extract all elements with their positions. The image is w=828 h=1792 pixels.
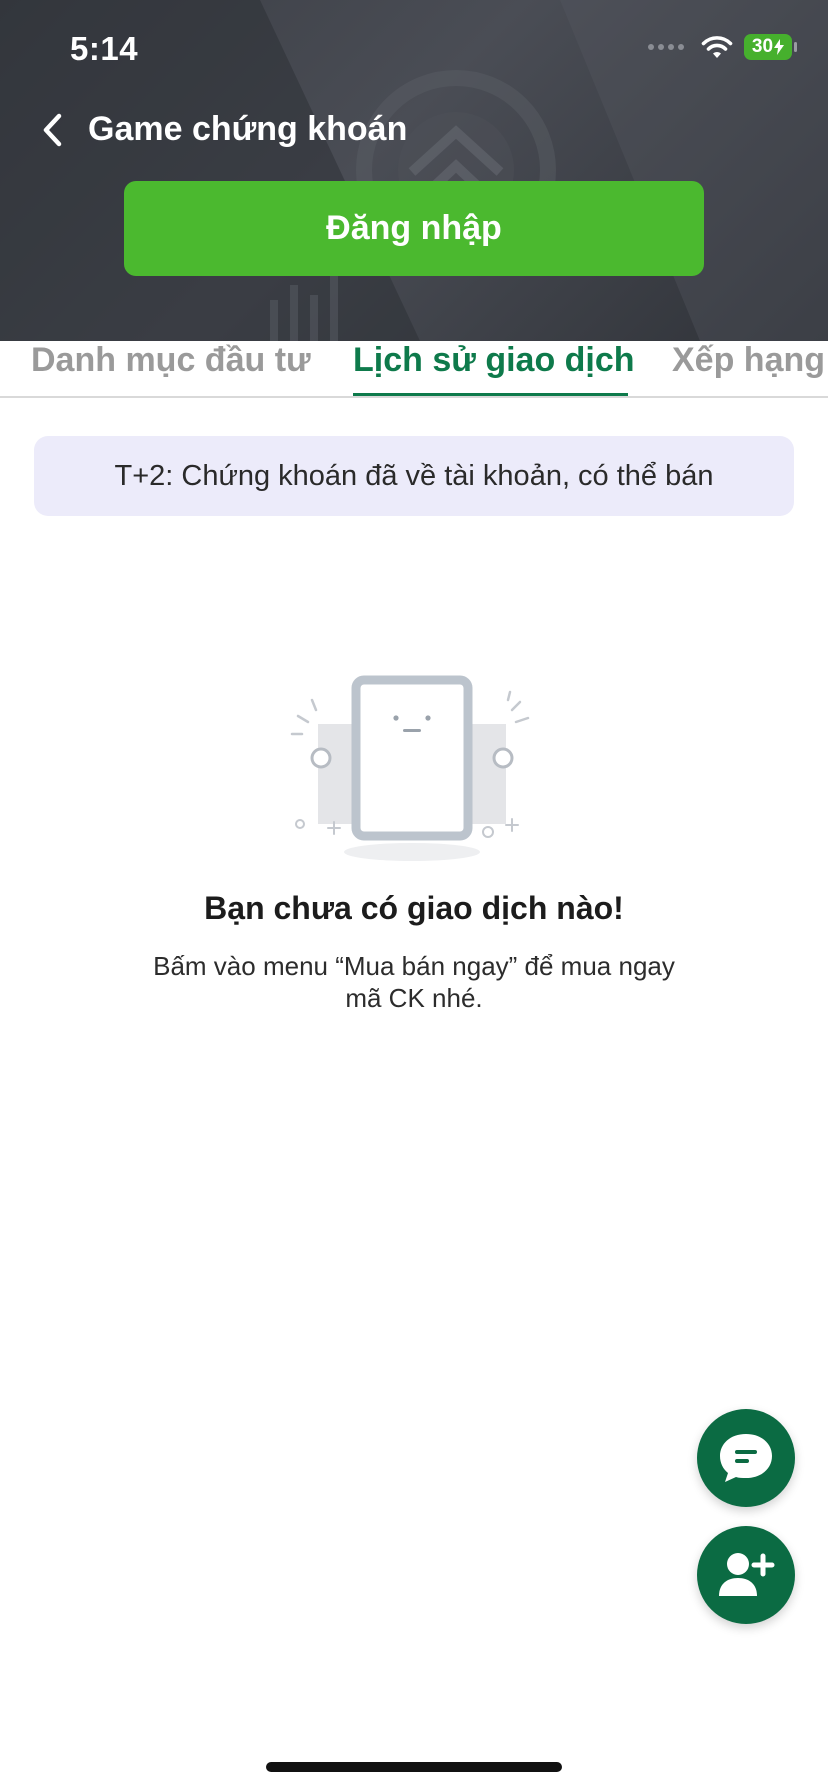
status-icons: 30 [648,34,797,60]
tab-transaction-history[interactable]: Lịch sử giao dịch [353,341,635,380]
tab-portfolio[interactable]: Danh mục đầu tư [31,341,311,380]
empty-state-title: Bạn chưa có giao dịch nào! [204,890,624,926]
screen: 5:14 30 Game chứng khoán Đăng nhập Danh … [0,0,828,1792]
active-tab-indicator [353,393,628,396]
empty-state-description-line1: Bấm vào menu “Mua bán ngay” để mua ngay [153,951,675,981]
battery-level: 30 [751,36,774,57]
battery-icon: 30 [744,34,797,60]
status-time: 5:14 [70,30,139,67]
tab-ranking[interactable]: Xếp hạng [672,341,825,380]
nav-bar: Game chứng khoán [0,100,828,160]
add-user-button[interactable] [697,1526,795,1624]
login-button[interactable]: Đăng nhập [124,181,704,276]
empty-tablet-illustration [290,675,530,861]
chat-button[interactable] [697,1409,795,1507]
charging-bolt-icon [774,39,785,55]
signal-icon [648,44,684,50]
back-button[interactable] [28,106,76,154]
chat-bubble-icon [720,1434,772,1482]
header: 5:14 30 Game chứng khoán Đăng nhập [0,0,828,341]
empty-state-description: Bấm vào menu “Mua bán ngay” để mua ngay … [124,950,704,1014]
tab-bar: Danh mục đầu tư Lịch sử giao dịch Xếp hạ… [0,341,828,398]
info-banner: T+2: Chứng khoán đã về tài khoản, có thể… [34,436,794,516]
home-indicator [266,1762,562,1772]
wifi-icon [701,36,733,58]
status-bar: 5:14 30 [0,0,828,100]
add-user-icon [719,1553,775,1596]
empty-state-description-line2: mã CK nhé. [345,983,483,1013]
chevron-left-icon [43,113,62,147]
page-title: Game chứng khoán [88,110,408,148]
